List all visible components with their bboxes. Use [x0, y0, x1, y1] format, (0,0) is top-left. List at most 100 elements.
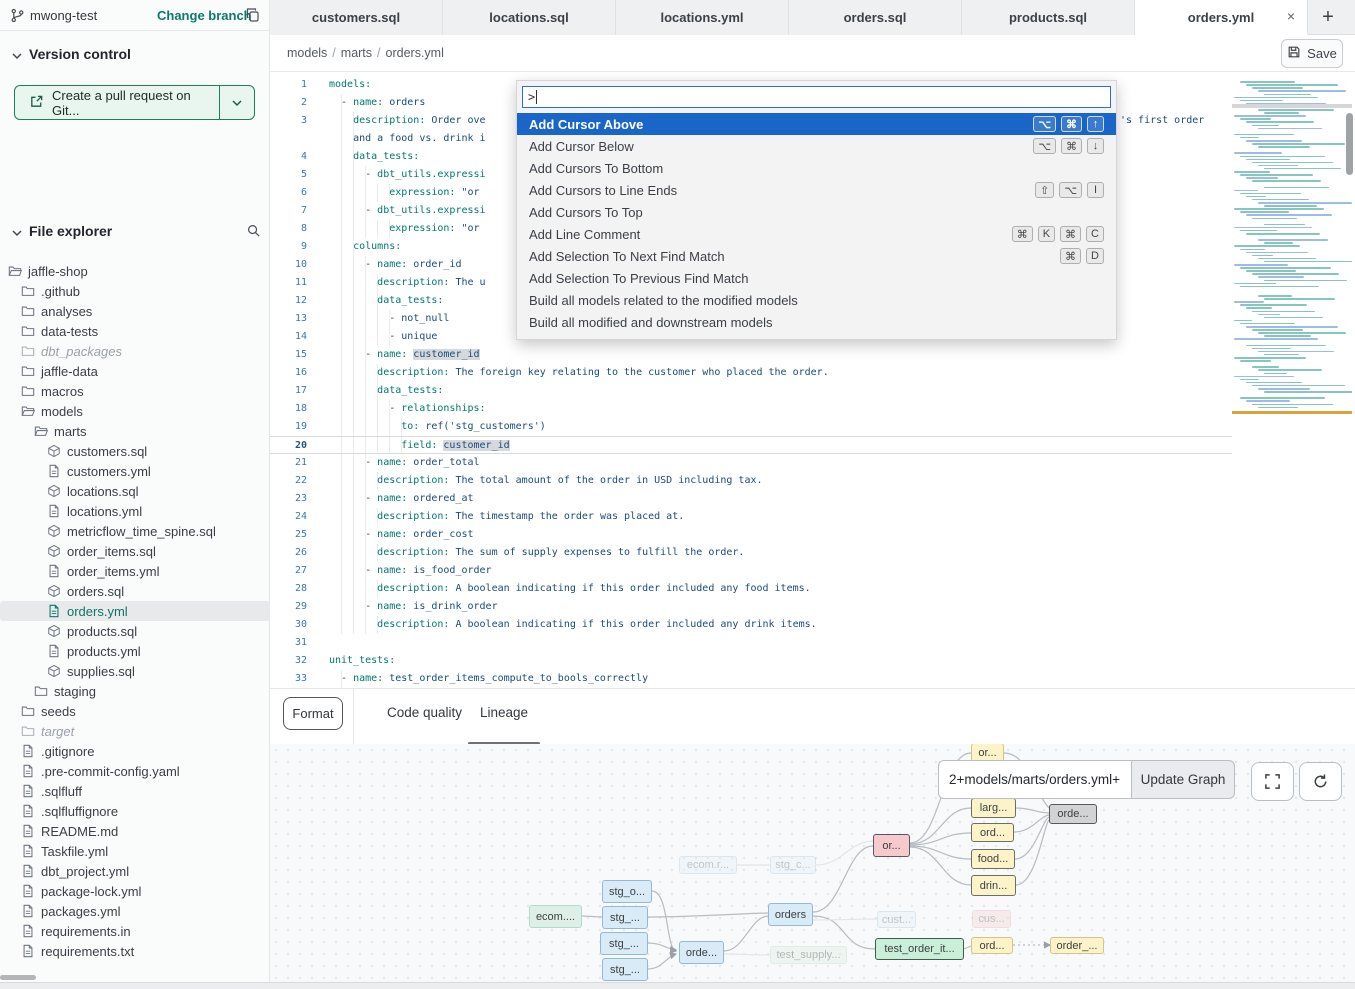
- lineage-node-stg-[interactable]: stg_...: [602, 906, 648, 929]
- tree-item--sqlfluff[interactable]: .sqlfluff: [0, 781, 270, 801]
- refresh-button[interactable]: [1299, 762, 1342, 801]
- version-control-header[interactable]: Version control: [0, 45, 270, 65]
- breadcrumb-part[interactable]: orders.yml: [386, 46, 444, 60]
- tab-orders-sql[interactable]: orders.sql: [789, 0, 962, 35]
- lineage-node-ecom-r-[interactable]: ecom.r...: [679, 856, 737, 874]
- lineage-node-stg-[interactable]: stg_...: [600, 932, 648, 955]
- tab-orders-yml[interactable]: orders.yml×: [1135, 0, 1308, 35]
- tree-item-dbt-packages[interactable]: dbt_packages: [0, 341, 270, 361]
- tree-item-jaffle-data[interactable]: jaffle-data: [0, 361, 270, 381]
- lineage-node-stg-c-[interactable]: stg_c...: [770, 856, 816, 874]
- tree-item--sqlfluffignore[interactable]: .sqlfluffignore: [0, 801, 270, 821]
- command-palette-input[interactable]: >: [522, 86, 1111, 108]
- save-button[interactable]: Save: [1281, 39, 1343, 68]
- tree-item-orders-yml[interactable]: orders.yml: [0, 601, 270, 621]
- tab-customers-sql[interactable]: customers.sql: [270, 0, 443, 35]
- tree-item-packages-yml[interactable]: packages.yml: [0, 901, 270, 921]
- tree-item-taskfile-yml[interactable]: Taskfile.yml: [0, 841, 270, 861]
- breadcrumb-part[interactable]: marts: [341, 46, 372, 60]
- tab-lineage[interactable]: Lineage: [480, 705, 528, 720]
- command-item-add-cursors-to-top[interactable]: Add Cursors To Top: [517, 201, 1116, 223]
- tree-item-order-items-yml[interactable]: order_items.yml: [0, 561, 270, 581]
- tree-item-orders-sql[interactable]: orders.sql: [0, 581, 270, 601]
- tree-item-customers-yml[interactable]: customers.yml: [0, 461, 270, 481]
- tree-item-package-lock-yml[interactable]: package-lock.yml: [0, 881, 270, 901]
- sidebar-hscrollbar-thumb[interactable]: [0, 975, 36, 980]
- tree-item-customers-sql[interactable]: customers.sql: [0, 441, 270, 461]
- search-icon[interactable]: [246, 223, 261, 243]
- lineage-node-larg-[interactable]: larg...: [971, 798, 1016, 818]
- lineage-node-test-order-it-[interactable]: test_order_it...: [875, 938, 964, 960]
- lineage-node-drin-[interactable]: drin...: [971, 875, 1016, 896]
- copy-icon[interactable]: [245, 7, 261, 28]
- command-item-add-line-comment[interactable]: Add Line Comment⌘K⌘C: [517, 223, 1116, 245]
- tree-item--pre-commit-config-yaml[interactable]: .pre-commit-config.yaml: [0, 761, 270, 781]
- tree-item-products-sql[interactable]: products.sql: [0, 621, 270, 641]
- file-explorer-header[interactable]: File explorer: [0, 222, 270, 242]
- tree-item-staging[interactable]: staging: [0, 681, 270, 701]
- minimap[interactable]: [1232, 76, 1352, 451]
- change-branch-link[interactable]: Change branch: [157, 8, 252, 23]
- tree-item-target[interactable]: target: [0, 721, 270, 741]
- lineage-node-ord-[interactable]: ord...: [971, 823, 1014, 842]
- tab-locations-sql[interactable]: locations.sql: [443, 0, 616, 35]
- tree-item-dbt-project-yml[interactable]: dbt_project.yml: [0, 861, 270, 881]
- tab-code-quality[interactable]: Code quality: [387, 705, 462, 720]
- tree-item-jaffle-shop[interactable]: jaffle-shop: [0, 261, 270, 281]
- lineage-node-ord-[interactable]: ord...: [971, 937, 1013, 954]
- editor-vscrollbar-thumb[interactable]: [1346, 113, 1353, 175]
- close-icon[interactable]: ×: [1287, 8, 1295, 24]
- fullscreen-button[interactable]: [1251, 762, 1294, 801]
- command-item-add-cursor-above[interactable]: Add Cursor Above⌥⌘↑: [517, 113, 1116, 135]
- lineage-node-orde-[interactable]: orde...: [679, 941, 724, 964]
- lineage-node-cust-[interactable]: cust...: [877, 911, 916, 928]
- create-pull-request-button[interactable]: Create a pull request on Git...: [14, 85, 255, 120]
- command-item-add-selection-to-next-find-match[interactable]: Add Selection To Next Find Match⌘D: [517, 245, 1116, 267]
- tree-item-marts[interactable]: marts: [0, 421, 270, 441]
- tree-item-requirements-in[interactable]: requirements.in: [0, 921, 270, 941]
- update-graph-button[interactable]: Update Graph: [1131, 760, 1235, 799]
- code-editor[interactable]: 1models:2 - name: orders3 description: O…: [270, 72, 1355, 688]
- lineage-node-stg-[interactable]: stg_...: [602, 958, 648, 981]
- tree-item-data-tests[interactable]: data-tests: [0, 321, 270, 341]
- tree-item-macros[interactable]: macros: [0, 381, 270, 401]
- lineage-selector-input[interactable]: 2+models/marts/orders.yml+: [938, 760, 1131, 799]
- chevron-down-icon: [11, 49, 23, 67]
- lineage-node-order-[interactable]: order_...: [1050, 937, 1104, 954]
- command-item-build-all-modified-and-downstream-models[interactable]: Build all modified and downstream models: [517, 311, 1116, 333]
- new-tab-button[interactable]: +: [1308, 0, 1348, 35]
- tree-item-analyses[interactable]: analyses: [0, 301, 270, 321]
- tree-item-locations-yml[interactable]: locations.yml: [0, 501, 270, 521]
- tree-item-readme-md[interactable]: README.md: [0, 821, 270, 841]
- tab-products-sql[interactable]: products.sql: [962, 0, 1135, 35]
- lineage-node-cus-[interactable]: cus...: [972, 910, 1011, 928]
- create-pull-request-main[interactable]: Create a pull request on Git...: [15, 86, 219, 119]
- tab-locations-yml[interactable]: locations.yml: [616, 0, 789, 35]
- tree-item-supplies-sql[interactable]: supplies.sql: [0, 661, 270, 681]
- command-item-add-selection-to-previous-find-match[interactable]: Add Selection To Previous Find Match: [517, 267, 1116, 289]
- tree-item--github[interactable]: .github: [0, 281, 270, 301]
- command-item-add-cursors-to-line-ends[interactable]: Add Cursors to Line Ends⇧⌥I: [517, 179, 1116, 201]
- command-item-add-cursors-to-bottom[interactable]: Add Cursors To Bottom: [517, 157, 1116, 179]
- lineage-node-ecom-[interactable]: ecom....: [529, 905, 582, 928]
- tree-item-locations-sql[interactable]: locations.sql: [0, 481, 270, 501]
- pr-dropdown-toggle[interactable]: [219, 86, 254, 119]
- tree-item-models[interactable]: models: [0, 401, 270, 421]
- command-item-build-all-models-related-to-the-modified-models[interactable]: Build all models related to the modified…: [517, 289, 1116, 311]
- tree-item-order-items-sql[interactable]: order_items.sql: [0, 541, 270, 561]
- lineage-node-orde-[interactable]: orde...: [1049, 804, 1097, 824]
- tree-item-requirements-txt[interactable]: requirements.txt: [0, 941, 270, 961]
- lineage-panel[interactable]: ecom....stg_o...stg_...stg_...stg_...ord…: [270, 744, 1355, 982]
- lineage-node-stg-o-[interactable]: stg_o...: [602, 880, 652, 903]
- lineage-node-or-[interactable]: or...: [873, 834, 910, 857]
- command-item-add-cursor-below[interactable]: Add Cursor Below⌥⌘↓: [517, 135, 1116, 157]
- tree-item--gitignore[interactable]: .gitignore: [0, 741, 270, 761]
- breadcrumb-part[interactable]: models: [287, 46, 327, 60]
- lineage-node-test-supply-[interactable]: test_supply...: [770, 946, 847, 964]
- lineage-node-food-[interactable]: food...: [971, 849, 1015, 869]
- tree-item-metricflow-time-spine-sql[interactable]: metricflow_time_spine.sql: [0, 521, 270, 541]
- lineage-node-orders[interactable]: orders: [768, 903, 813, 926]
- tree-item-seeds[interactable]: seeds: [0, 701, 270, 721]
- tree-item-products-yml[interactable]: products.yml: [0, 641, 270, 661]
- format-button[interactable]: Format: [283, 697, 343, 730]
